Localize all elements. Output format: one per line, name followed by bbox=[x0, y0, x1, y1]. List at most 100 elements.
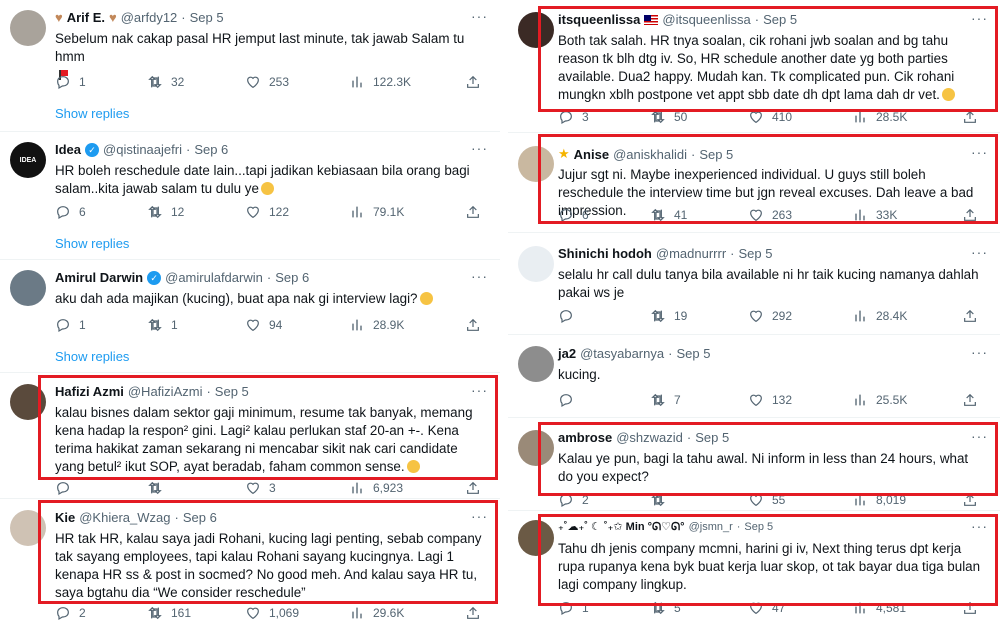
timestamp[interactable]: Sep 5 bbox=[215, 384, 249, 399]
display-name[interactable]: Kie bbox=[55, 510, 75, 525]
views-button[interactable]: 4,581 bbox=[852, 600, 906, 616]
avatar[interactable] bbox=[10, 510, 46, 546]
more-options-icon[interactable]: ··· bbox=[471, 268, 488, 284]
handle[interactable]: @shzwazid bbox=[616, 430, 683, 445]
avatar[interactable] bbox=[10, 10, 46, 46]
avatar[interactable] bbox=[518, 430, 554, 466]
show-replies-link[interactable]: Show replies bbox=[55, 349, 129, 364]
handle[interactable]: @qistinaajefri bbox=[103, 142, 182, 157]
display-name[interactable]: Shinichi hodoh bbox=[558, 246, 652, 261]
more-options-icon[interactable]: ··· bbox=[971, 10, 988, 26]
share-button[interactable] bbox=[962, 308, 978, 324]
share-button[interactable] bbox=[465, 317, 481, 333]
retweet-button[interactable]: 32 bbox=[147, 74, 184, 90]
reply-button[interactable]: 2 bbox=[55, 605, 86, 621]
timestamp[interactable]: Sep 5 bbox=[676, 346, 710, 361]
display-name[interactable]: Anise bbox=[574, 147, 609, 162]
views-button[interactable]: 122.3K bbox=[349, 74, 411, 90]
avatar[interactable] bbox=[518, 246, 554, 282]
share-button[interactable] bbox=[465, 74, 481, 90]
tweet-ja2[interactable]: ja2 @tasyabarnya · Sep 5 ··· kucing. 7 1… bbox=[508, 344, 1000, 412]
timestamp[interactable]: Sep 5 bbox=[744, 521, 773, 533]
more-options-icon[interactable]: ··· bbox=[971, 144, 988, 160]
like-button[interactable]: 1,069 bbox=[245, 605, 299, 621]
display-name[interactable]: ₊˚☁︎₊˚ ☾ ˚₊✩ Min °ᘏ♡ᘏ° bbox=[558, 520, 685, 534]
more-options-icon[interactable]: ··· bbox=[971, 428, 988, 444]
tweet-shinichi[interactable]: Shinichi hodoh @madnurrrr · Sep 5 ··· se… bbox=[508, 244, 1000, 328]
retweet-button[interactable]: 7 bbox=[650, 392, 681, 408]
retweet-button[interactable]: 41 bbox=[650, 207, 687, 223]
retweet-button[interactable]: 161 bbox=[147, 605, 191, 621]
handle[interactable]: @amirulafdarwin bbox=[165, 270, 263, 285]
views-button[interactable]: 6,923 bbox=[349, 480, 403, 496]
tweet-ambrose[interactable]: ambrose @shzwazid · Sep 5 ··· Kalau ye p… bbox=[508, 428, 1000, 510]
tweet-hafizi[interactable]: Hafizi Azmi @HafiziAzmi · Sep 5 ··· kala… bbox=[0, 382, 500, 496]
avatar[interactable] bbox=[518, 146, 554, 182]
more-options-icon[interactable]: ··· bbox=[471, 508, 488, 524]
reply-button[interactable] bbox=[558, 392, 582, 408]
handle[interactable]: @tasyabarnya bbox=[580, 346, 664, 361]
more-options-icon[interactable]: ··· bbox=[971, 344, 988, 360]
avatar[interactable] bbox=[10, 270, 46, 306]
share-button[interactable] bbox=[962, 109, 978, 125]
reply-button[interactable] bbox=[55, 480, 79, 496]
views-button[interactable]: 79.1K bbox=[349, 204, 404, 220]
share-button[interactable] bbox=[465, 480, 481, 496]
retweet-button[interactable]: 5 bbox=[650, 600, 681, 616]
share-button[interactable] bbox=[465, 605, 481, 621]
show-replies-link[interactable]: Show replies bbox=[55, 236, 129, 251]
like-button[interactable]: 94 bbox=[245, 317, 282, 333]
display-name[interactable]: Hafizi Azmi bbox=[55, 384, 124, 399]
like-button[interactable]: 3 bbox=[245, 480, 276, 496]
tweet-min[interactable]: ₊˚☁︎₊˚ ☾ ˚₊✩ Min °ᘏ♡ᘏ° @jsmn_r · Sep 5 ·… bbox=[508, 518, 1000, 623]
tweet-anise[interactable]: ★ Anise @aniskhalidi · Sep 5 ··· Jujur s… bbox=[508, 144, 1000, 228]
display-name[interactable]: itsqueenlissa bbox=[558, 12, 640, 27]
avatar[interactable] bbox=[518, 346, 554, 382]
views-button[interactable]: 28.5K bbox=[852, 109, 907, 125]
timestamp[interactable]: Sep 6 bbox=[275, 270, 309, 285]
retweet-button[interactable]: 50 bbox=[650, 109, 687, 125]
share-button[interactable] bbox=[962, 600, 978, 616]
tweet-idea[interactable]: IDEA Idea ✓ @qistinaajefri · Sep 6 ··· H… bbox=[0, 140, 500, 257]
timestamp[interactable]: Sep 6 bbox=[183, 510, 217, 525]
timestamp[interactable]: Sep 5 bbox=[699, 147, 733, 162]
timestamp[interactable]: Sep 6 bbox=[194, 142, 228, 157]
retweet-button[interactable]: 1 bbox=[147, 317, 178, 333]
display-name[interactable]: Idea bbox=[55, 142, 81, 157]
retweet-button[interactable] bbox=[650, 492, 674, 508]
like-button[interactable]: 122 bbox=[245, 204, 289, 220]
more-options-icon[interactable]: ··· bbox=[971, 244, 988, 260]
retweet-button[interactable]: 12 bbox=[147, 204, 184, 220]
avatar[interactable] bbox=[10, 384, 46, 420]
like-button[interactable]: 47 bbox=[748, 600, 785, 616]
handle[interactable]: @Khiera_Wzag bbox=[79, 510, 170, 525]
avatar[interactable] bbox=[518, 12, 554, 48]
retweet-button[interactable] bbox=[147, 480, 171, 496]
timestamp[interactable]: Sep 5 bbox=[190, 10, 224, 25]
share-button[interactable] bbox=[465, 204, 481, 220]
like-button[interactable]: 132 bbox=[748, 392, 792, 408]
reply-button[interactable]: 1 bbox=[55, 74, 86, 90]
handle[interactable]: @HafiziAzmi bbox=[128, 384, 203, 399]
more-options-icon[interactable]: ··· bbox=[471, 140, 488, 156]
handle[interactable]: @aniskhalidi bbox=[613, 147, 687, 162]
views-button[interactable]: 25.5K bbox=[852, 392, 907, 408]
handle[interactable]: @itsqueenlissa bbox=[662, 12, 750, 27]
more-options-icon[interactable]: ··· bbox=[471, 382, 488, 398]
views-button[interactable]: 29.6K bbox=[349, 605, 404, 621]
timestamp[interactable]: Sep 5 bbox=[739, 246, 773, 261]
reply-button[interactable]: 6 bbox=[55, 204, 86, 220]
views-button[interactable]: 33K bbox=[852, 207, 897, 223]
more-options-icon[interactable]: ··· bbox=[471, 8, 488, 24]
display-name[interactable]: ambrose bbox=[558, 430, 612, 445]
share-button[interactable] bbox=[962, 207, 978, 223]
views-button[interactable]: 8,019 bbox=[852, 492, 906, 508]
reply-button[interactable]: 2 bbox=[558, 492, 589, 508]
display-name[interactable]: Amirul Darwin bbox=[55, 270, 143, 285]
show-replies-link[interactable]: Show replies bbox=[55, 106, 129, 121]
views-button[interactable]: 28.4K bbox=[852, 308, 907, 324]
share-button[interactable] bbox=[962, 492, 978, 508]
like-button[interactable]: 253 bbox=[245, 74, 289, 90]
more-options-icon[interactable]: ··· bbox=[971, 518, 988, 534]
reply-button[interactable]: 1 bbox=[558, 600, 589, 616]
